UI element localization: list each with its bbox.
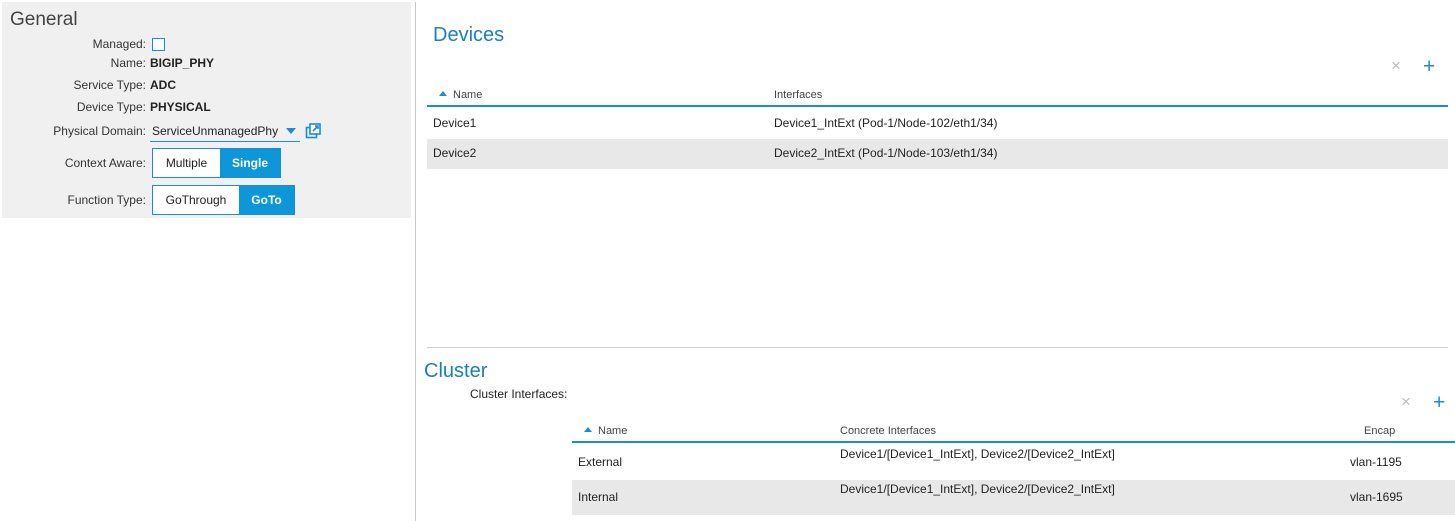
device-name: Device2: [433, 146, 477, 160]
cluster-col-encap[interactable]: Encap: [1364, 425, 1395, 437]
devices-title: Devices: [433, 24, 505, 46]
function-type-toggle: GoThrough GoTo: [152, 185, 295, 215]
service-type-value: ADC: [150, 78, 176, 92]
sort-ascending-icon: [584, 427, 592, 432]
cluster-iface-concrete: Device1/[Device1_IntExt], Device2/[Devic…: [840, 447, 1115, 461]
cluster-iface-name: Internal: [578, 490, 619, 504]
devices-table-header: Name Interfaces: [427, 85, 1448, 107]
sort-ascending-icon: [439, 91, 447, 96]
name-value: BIGIP_PHY: [150, 56, 215, 70]
cluster-col-name-label: Name: [598, 425, 628, 437]
vertical-divider: [415, 2, 416, 521]
managed-checkbox[interactable]: [152, 37, 165, 51]
device-type-label: Device Type:: [76, 100, 146, 114]
name-row: Name: BIGIP_PHY: [2, 53, 214, 73]
physical-domain-value: ServiceUnmanagedPhy: [152, 123, 279, 138]
context-aware-single[interactable]: Single: [220, 149, 280, 177]
devices-col-name-label: Name: [453, 89, 483, 101]
general-panel: General Managed: Name: BIGIP_PHY Service…: [2, 2, 411, 218]
context-aware-toggle: Multiple Single: [152, 148, 281, 178]
cluster-interfaces-label: Cluster Interfaces:: [470, 387, 568, 401]
service-type-label: Service Type:: [73, 78, 146, 92]
cluster-col-concrete[interactable]: Concrete Interfaces: [840, 425, 936, 437]
physical-domain-label: Physical Domain:: [53, 124, 146, 138]
table-row[interactable]: Internal Device1/[Device1_IntExt], Devic…: [572, 480, 1455, 515]
function-type-label: Function Type:: [67, 193, 147, 207]
service-type-row: Service Type: ADC: [2, 75, 176, 95]
device-type-row: Device Type: PHYSICAL: [2, 97, 211, 117]
devices-col-interfaces[interactable]: Interfaces: [774, 89, 822, 101]
context-aware-label: Context Aware:: [64, 156, 146, 170]
cluster-iface-concrete: Device1/[Device1_IntExt], Device2/[Devic…: [840, 482, 1115, 496]
name-label: Name:: [110, 56, 146, 70]
cluster-iface-encap: vlan-1695: [1350, 490, 1403, 504]
open-external-icon[interactable]: [305, 123, 321, 139]
cluster-iface-encap: vlan-1195: [1350, 455, 1402, 469]
table-row[interactable]: Device2 Device2_IntExt (Pod-1/Node-103/e…: [427, 139, 1448, 169]
managed-row: Managed:: [2, 34, 165, 54]
add-cluster-interface-icon[interactable]: +: [1433, 392, 1445, 413]
physical-domain-select[interactable]: ServiceUnmanagedPhy: [150, 120, 300, 142]
section-divider: [427, 347, 1448, 348]
context-aware-multiple[interactable]: Multiple: [153, 149, 220, 177]
device-type-value: PHYSICAL: [150, 100, 211, 114]
delete-device-icon[interactable]: ×: [1391, 56, 1401, 76]
device-interfaces: Device1_IntExt (Pod-1/Node-102/eth1/34): [774, 116, 998, 130]
cluster-col-name[interactable]: Name: [584, 425, 627, 437]
table-row[interactable]: Device1 Device1_IntExt (Pod-1/Node-102/e…: [427, 109, 1448, 139]
device-interfaces: Device2_IntExt (Pod-1/Node-103/eth1/34): [774, 146, 998, 160]
chevron-down-icon: [286, 127, 296, 134]
cluster-iface-name: External: [578, 455, 623, 469]
add-device-icon[interactable]: +: [1423, 56, 1435, 77]
physical-domain-row: Physical Domain: ServiceUnmanagedPhy: [2, 119, 321, 143]
function-type-goto[interactable]: GoTo: [239, 186, 294, 214]
devices-col-name[interactable]: Name: [439, 89, 482, 101]
context-aware-row: Context Aware: Multiple Single: [2, 147, 281, 179]
cluster-table-header: Name Concrete Interfaces Encap: [572, 421, 1455, 443]
function-type-row: Function Type: GoThrough GoTo: [2, 184, 295, 216]
cluster-title: Cluster: [424, 360, 488, 382]
managed-label: Managed:: [92, 37, 146, 51]
table-row[interactable]: External Device1/[Device1_IntExt], Devic…: [572, 445, 1455, 480]
general-title: General: [10, 9, 78, 30]
root: General Managed: Name: BIGIP_PHY Service…: [0, 0, 1455, 521]
device-name: Device1: [433, 116, 477, 130]
function-type-gothrough[interactable]: GoThrough: [153, 186, 239, 214]
delete-cluster-interface-icon[interactable]: ×: [1401, 392, 1411, 412]
